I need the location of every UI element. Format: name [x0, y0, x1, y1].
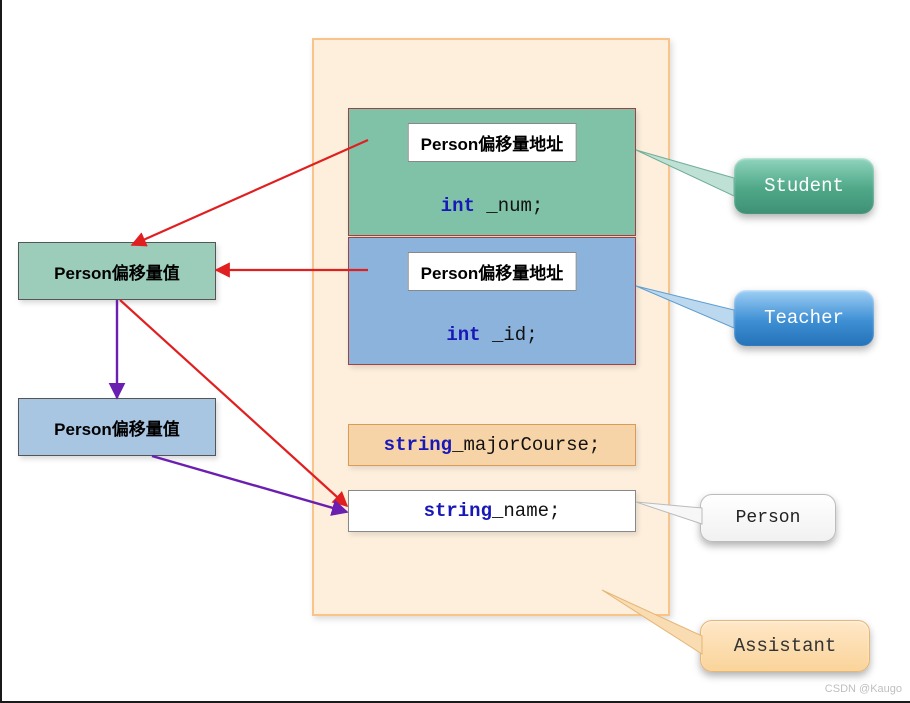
student-vtable-addr-label: Person偏移量地址	[408, 123, 577, 162]
teacher-member-name: _id;	[481, 324, 538, 346]
teacher-callout: Teacher	[734, 290, 874, 346]
offset-value-green-box: Person偏移量值	[18, 242, 216, 300]
offset-value-blue-label: Person偏移量值	[54, 415, 180, 440]
student-callout-label: Student	[764, 175, 844, 197]
offset-value-green-label: Person偏移量值	[54, 259, 180, 284]
assistant-callout-label: Assistant	[734, 635, 837, 657]
teacher-member-line: int _id;	[349, 324, 635, 346]
person-callout: Person	[700, 494, 836, 542]
student-subobject-box: Person偏移量地址 int _num;	[348, 108, 636, 236]
keyword-string: string	[424, 500, 492, 522]
major-course-name: _majorCourse;	[452, 434, 600, 456]
teacher-subobject-box: Person偏移量地址 int _id;	[348, 237, 636, 365]
major-course-member-box: string _majorCourse;	[348, 424, 636, 466]
teacher-vtable-addr-label: Person偏移量地址	[408, 252, 577, 291]
assistant-callout: Assistant	[700, 620, 870, 672]
watermark: CSDN @Kaugo	[825, 683, 902, 695]
offset-value-blue-box: Person偏移量值	[18, 398, 216, 456]
student-member-line: int _num;	[349, 195, 635, 217]
student-callout: Student	[734, 158, 874, 214]
teacher-callout-label: Teacher	[764, 307, 844, 329]
person-callout-label: Person	[736, 508, 801, 528]
person-name-member-box: string _name;	[348, 490, 636, 532]
keyword-string: string	[384, 434, 452, 456]
keyword-int: int	[441, 195, 475, 217]
keyword-int: int	[446, 324, 480, 346]
person-name-member: _name;	[492, 500, 560, 522]
student-member-name: _num;	[475, 195, 543, 217]
